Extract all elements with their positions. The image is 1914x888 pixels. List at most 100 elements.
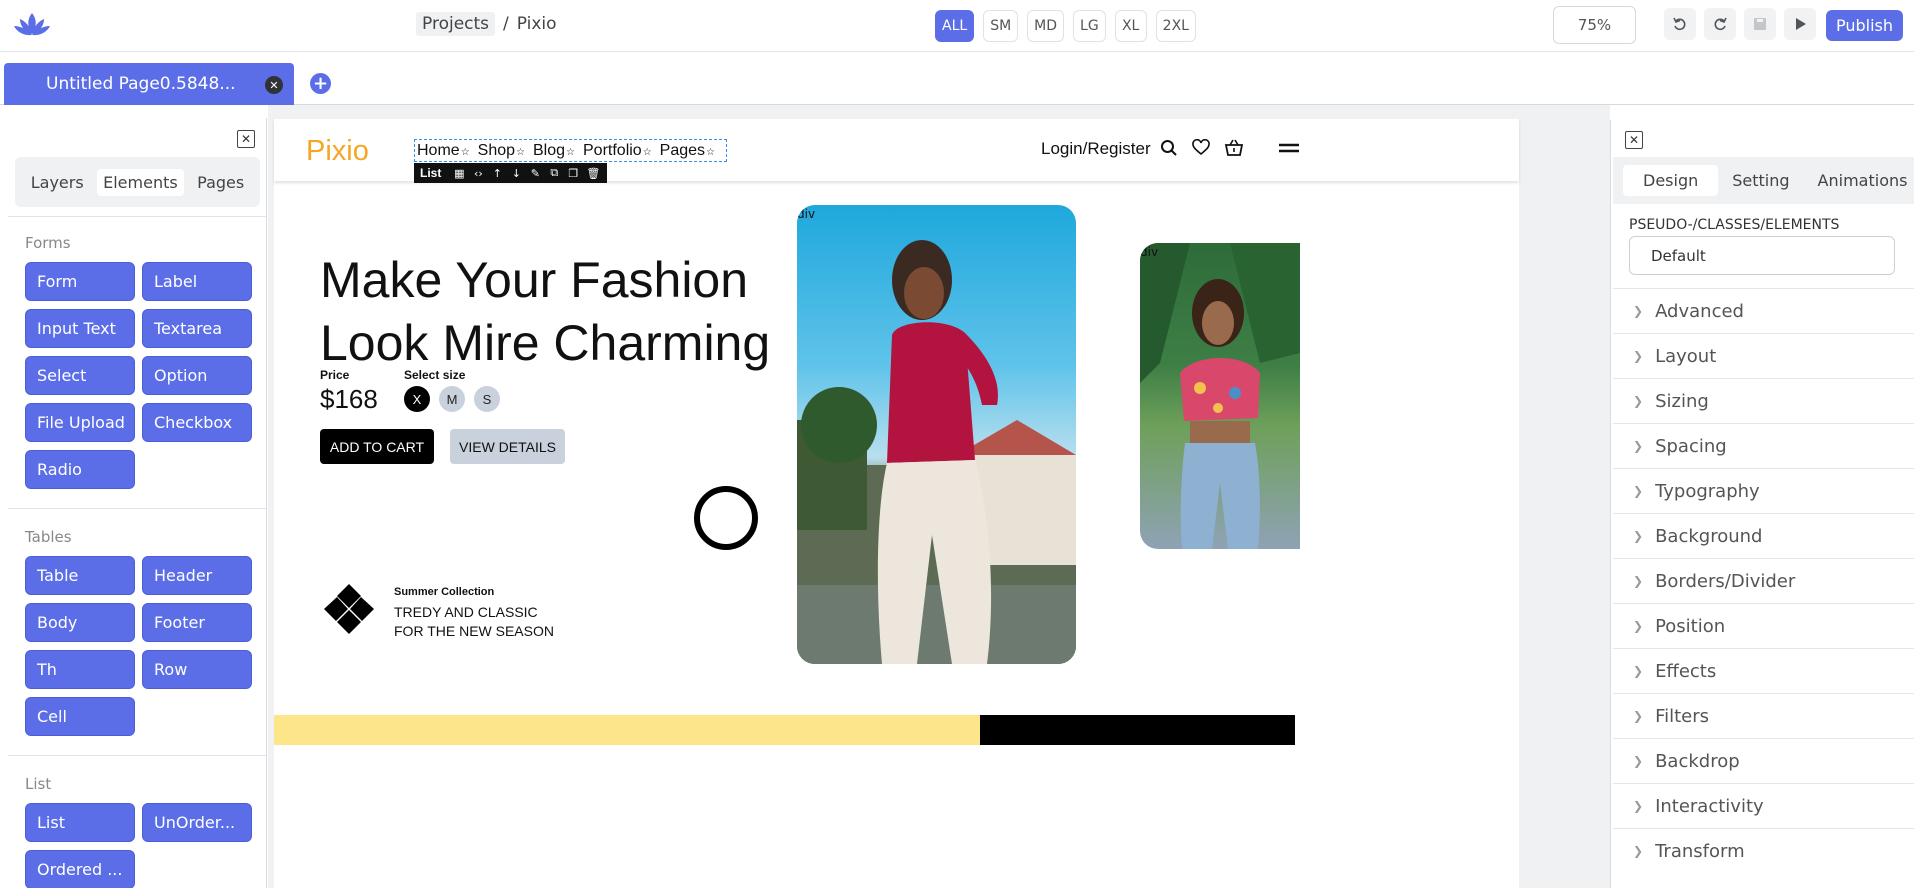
element-form[interactable]: Form bbox=[25, 262, 135, 301]
redo-button[interactable] bbox=[1704, 8, 1736, 40]
nav-item-home[interactable]: Home☆ bbox=[417, 142, 470, 160]
breakpoint-xl-button[interactable]: XL bbox=[1114, 10, 1147, 42]
element-ordered-list[interactable]: Ordered ... bbox=[25, 850, 135, 888]
close-design-panel-icon[interactable]: ✕ bbox=[1625, 131, 1643, 149]
element-unordered-list[interactable]: UnOrder... bbox=[142, 803, 252, 842]
section-sizing[interactable]: ❯ Sizing bbox=[1613, 378, 1914, 423]
selection-toolbar: List ▦ ‹› ↑ ↓ ✎ ⧉ ❐ 🗑 bbox=[414, 163, 607, 183]
element-select[interactable]: Select bbox=[25, 356, 135, 395]
size-option-m[interactable]: M bbox=[439, 386, 465, 412]
tab-animations[interactable]: Animations bbox=[1804, 165, 1914, 196]
arrow-down-icon[interactable]: ↓ bbox=[510, 167, 522, 180]
nav-menu-selected[interactable]: Home☆ Shop☆ Blog☆ Portfolio☆ Pages☆ bbox=[414, 139, 727, 162]
site-brand[interactable]: Pixio bbox=[306, 135, 369, 168]
nav-item-blog[interactable]: Blog☆ bbox=[533, 142, 575, 160]
chevron-right-icon: ❯ bbox=[1633, 304, 1644, 318]
star-icon: ☆ bbox=[642, 146, 652, 158]
breakpoint-2xl-button[interactable]: 2XL bbox=[1155, 10, 1196, 42]
nav-icons bbox=[1160, 139, 1302, 157]
element-body[interactable]: Body bbox=[25, 603, 135, 642]
element-radio[interactable]: Radio bbox=[25, 450, 135, 489]
search-icon[interactable] bbox=[1160, 139, 1178, 157]
login-register-link[interactable]: Login/Register bbox=[1041, 139, 1151, 159]
brush-icon[interactable]: ✎ bbox=[529, 167, 541, 180]
duplicate-icon[interactable]: ❐ bbox=[567, 167, 579, 180]
element-header[interactable]: Header bbox=[142, 556, 252, 595]
star-icon: ☆ bbox=[706, 146, 716, 158]
element-row[interactable]: Row bbox=[142, 650, 252, 689]
tab-elements[interactable]: Elements bbox=[97, 168, 184, 196]
add-tab-button[interactable]: + bbox=[310, 73, 331, 94]
element-label[interactable]: Label bbox=[142, 262, 252, 301]
breakpoint-all-button[interactable]: ALL bbox=[935, 10, 975, 42]
nav-item-portfolio[interactable]: Portfolio☆ bbox=[583, 142, 652, 160]
section-layout[interactable]: ❯ Layout bbox=[1613, 333, 1914, 378]
yellow-band[interactable] bbox=[274, 715, 980, 745]
editor-canvas[interactable]: Pixio Home☆ Shop☆ Blog☆ Portfolio☆ Pages… bbox=[268, 105, 1610, 888]
close-panel-icon[interactable]: ✕ bbox=[237, 130, 255, 148]
publish-button[interactable]: Publish bbox=[1826, 10, 1904, 41]
copy-icon[interactable]: ⧉ bbox=[548, 166, 560, 180]
breakpoint-md-button[interactable]: MD bbox=[1027, 10, 1065, 42]
div-label-2: div bbox=[1140, 245, 1159, 259]
section-advanced[interactable]: ❯ Advanced bbox=[1613, 288, 1914, 333]
element-list[interactable]: List bbox=[25, 803, 135, 842]
element-checkbox[interactable]: Checkbox bbox=[142, 403, 252, 442]
element-footer[interactable]: Footer bbox=[142, 603, 252, 642]
grid-icon[interactable]: ▦ bbox=[453, 167, 465, 180]
zoom-input[interactable]: 75% bbox=[1553, 6, 1636, 44]
element-textarea[interactable]: Textarea bbox=[142, 309, 252, 348]
element-cell[interactable]: Cell bbox=[25, 697, 135, 736]
breakpoint-lg-button[interactable]: LG bbox=[1073, 10, 1106, 42]
section-filters[interactable]: ❯ Filters bbox=[1613, 693, 1914, 738]
breadcrumb-projects-link[interactable]: Projects bbox=[416, 12, 496, 36]
section-position[interactable]: ❯ Position bbox=[1613, 603, 1914, 648]
basket-icon[interactable] bbox=[1224, 139, 1244, 157]
pseudo-class-select[interactable]: Default bbox=[1629, 236, 1895, 275]
lotus-logo-icon[interactable] bbox=[12, 10, 52, 40]
save-button[interactable] bbox=[1744, 8, 1776, 40]
element-table[interactable]: Table bbox=[25, 556, 135, 595]
close-tab-icon[interactable]: ✕ bbox=[265, 76, 283, 94]
tab-layers[interactable]: Layers bbox=[25, 169, 90, 196]
nav-item-pages[interactable]: Pages☆ bbox=[660, 142, 715, 160]
site-navbar[interactable]: Pixio Home☆ Shop☆ Blog☆ Portfolio☆ Pages… bbox=[274, 119, 1519, 183]
black-band[interactable] bbox=[980, 715, 1295, 745]
breakpoint-sm-button[interactable]: SM bbox=[983, 10, 1019, 42]
site-preview[interactable]: Pixio Home☆ Shop☆ Blog☆ Portfolio☆ Pages… bbox=[274, 119, 1519, 888]
size-option-s[interactable]: S bbox=[474, 386, 500, 412]
tab-pages[interactable]: Pages bbox=[191, 169, 250, 196]
arrow-up-icon[interactable]: ↑ bbox=[491, 167, 503, 180]
preview-button[interactable] bbox=[1784, 8, 1816, 40]
tab-setting[interactable]: Setting bbox=[1718, 165, 1803, 196]
element-option[interactable]: Option bbox=[142, 356, 252, 395]
tab-design[interactable]: Design bbox=[1623, 165, 1719, 196]
hero-title[interactable]: Make Your Fashion Look Mire Charming bbox=[320, 249, 780, 375]
code-icon[interactable]: ‹› bbox=[472, 167, 484, 180]
element-file-upload[interactable]: File Upload bbox=[25, 403, 135, 442]
size-option-x[interactable]: X bbox=[404, 386, 430, 412]
section-borders-divider[interactable]: ❯ Borders/Divider bbox=[1613, 558, 1914, 603]
right-panel-tabs: Design Setting Animations bbox=[1613, 157, 1914, 204]
section-spacing[interactable]: ❯ Spacing bbox=[1613, 423, 1914, 468]
undo-button[interactable] bbox=[1664, 8, 1696, 40]
elements-panel: ✕ Layers Elements Pages Forms Form Label… bbox=[8, 118, 267, 888]
section-effects[interactable]: ❯ Effects bbox=[1613, 648, 1914, 693]
chevron-right-icon: ❯ bbox=[1633, 349, 1644, 363]
view-details-button[interactable]: VIEW DETAILS bbox=[450, 429, 565, 464]
hamburger-menu-icon[interactable] bbox=[1276, 139, 1302, 157]
section-interactivity[interactable]: ❯ Interactivity bbox=[1613, 783, 1914, 828]
element-th[interactable]: Th bbox=[25, 650, 135, 689]
section-transform[interactable]: ❯ Transform bbox=[1613, 828, 1914, 873]
nav-item-shop[interactable]: Shop☆ bbox=[478, 142, 525, 160]
hero-photo-main[interactable]: div bbox=[797, 205, 1076, 664]
section-typography[interactable]: ❯ Typography bbox=[1613, 468, 1914, 513]
add-to-cart-button[interactable]: ADD TO CART bbox=[320, 429, 434, 464]
element-input-text[interactable]: Input Text bbox=[25, 309, 135, 348]
hero-photo-secondary[interactable]: div bbox=[1140, 243, 1300, 549]
heart-icon[interactable] bbox=[1192, 139, 1210, 157]
page-tab[interactable]: Untitled Page0.5848... ✕ bbox=[4, 63, 294, 105]
section-backdrop[interactable]: ❯ Backdrop bbox=[1613, 738, 1914, 783]
trash-icon[interactable]: 🗑 bbox=[586, 167, 600, 180]
section-background[interactable]: ❯ Background bbox=[1613, 513, 1914, 558]
